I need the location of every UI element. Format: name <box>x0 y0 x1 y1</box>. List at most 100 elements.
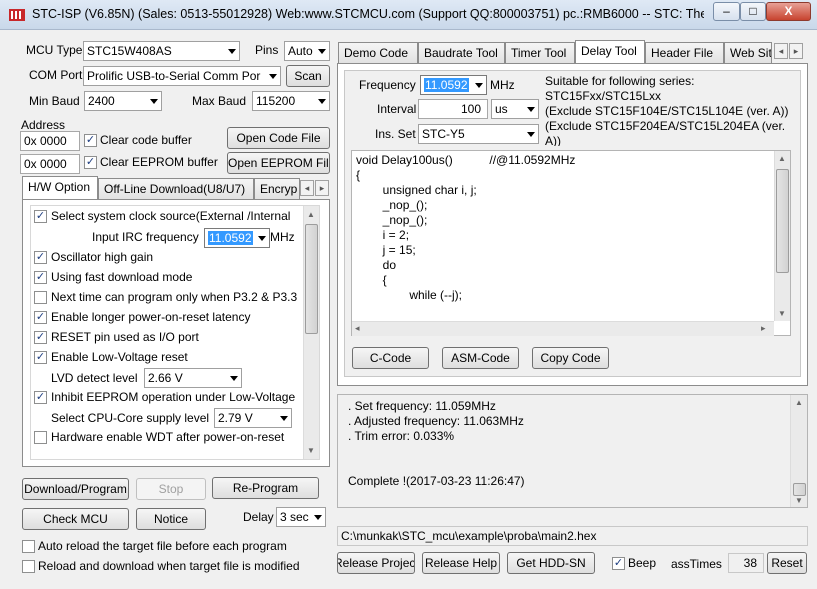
pass-times-label: assTimes <box>671 557 722 571</box>
tab-timer-tool[interactable]: Timer Tool <box>505 42 575 63</box>
output-log: . Set frequency: 11.059MHz . Adjusted fr… <box>337 394 808 508</box>
eeprom-address-input[interactable]: 0x 0000 <box>20 154 80 174</box>
open-code-file-button[interactable]: Open Code File <box>227 127 330 149</box>
option-checkbox[interactable]: ✓ <box>34 311 47 324</box>
delay-select[interactable]: 3 sec <box>276 507 326 527</box>
option-checkbox[interactable] <box>34 431 47 444</box>
code-line: j = 15; <box>356 243 416 257</box>
interval-unit-select[interactable]: us <box>491 99 539 119</box>
open-eeprom-file-button[interactable]: Open EEPROM File <box>227 152 330 174</box>
frequency-select[interactable]: 11.0592 <box>420 75 487 95</box>
code-editor[interactable]: void Delay100us() //@11.0592MHz { unsign… <box>351 150 791 336</box>
min-baud-select[interactable]: 2400 <box>84 91 162 111</box>
beep-checkbox[interactable]: ✓ <box>612 557 625 570</box>
scroll-thumb[interactable] <box>776 169 789 273</box>
tab-offline-download[interactable]: Off-Line Download(U8/U7) <box>98 178 254 199</box>
scroll-down-icon[interactable]: ▼ <box>795 496 803 505</box>
option-label: RESET pin used as I/O port <box>51 330 199 344</box>
code-line: _nop_(); <box>356 213 428 227</box>
chevron-right-icon[interactable]: ▸ <box>315 180 329 196</box>
asm-code-button[interactable]: ASM-Code <box>442 347 519 369</box>
notice-button[interactable]: Notice <box>136 508 206 530</box>
app-icon <box>8 7 26 23</box>
com-port-select[interactable]: Prolific USB-to-Serial Comm Por <box>83 66 281 86</box>
tab-demo-code[interactable]: Demo Code <box>338 42 418 63</box>
irc-frequency-label: Input IRC frequency <box>92 230 199 244</box>
cpu-supply-select[interactable]: 2.79 V <box>214 408 292 428</box>
scroll-up-icon[interactable]: ▲ <box>795 398 803 407</box>
option-checkbox[interactable]: ✓ <box>34 210 47 223</box>
tab-delay-tool[interactable]: Delay Tool <box>575 40 645 63</box>
irc-frequency-select[interactable]: 11.0592 <box>204 228 270 248</box>
chevron-down-icon <box>527 107 535 112</box>
ins-set-select[interactable]: STC-Y5 <box>418 124 539 144</box>
download-program-button[interactable]: Download/Program <box>22 478 129 500</box>
tab-encrypt[interactable]: Encryp <box>254 178 300 199</box>
clear-eeprom-label: Clear EEPROM buffer <box>100 155 218 169</box>
irc-unit-label: MHz <box>270 230 295 244</box>
copy-code-button[interactable]: Copy Code <box>532 347 609 369</box>
scroll-thumb[interactable] <box>793 483 806 496</box>
reset-button[interactable]: Reset <box>767 552 807 574</box>
reload-download-checkbox[interactable] <box>22 560 35 573</box>
release-project-button[interactable]: Release Project <box>337 552 415 574</box>
option-checkbox[interactable]: ✓ <box>34 271 47 284</box>
option-checkbox[interactable]: ✓ <box>34 331 47 344</box>
chevron-right-icon[interactable]: ▸ <box>789 43 803 59</box>
code-line: unsigned char i, j; <box>356 183 477 197</box>
maximize-button[interactable]: □ <box>740 2 766 21</box>
tab-hw-option[interactable]: H/W Option <box>22 176 98 199</box>
chevron-left-icon[interactable]: ◂ <box>300 180 314 196</box>
pins-select[interactable]: Auto <box>284 41 330 61</box>
tab-header-file[interactable]: Header File <box>645 42 724 63</box>
code-address-input[interactable]: 0x 0000 <box>20 131 80 151</box>
chevron-down-icon <box>258 236 266 241</box>
option-checkbox[interactable]: ✓ <box>34 391 47 404</box>
code-hscrollbar[interactable]: ◂ ▸ <box>352 321 774 336</box>
clear-eeprom-checkbox[interactable]: ✓ <box>84 156 97 169</box>
clear-code-checkbox[interactable]: ✓ <box>84 134 97 147</box>
log-line: . Adjusted frequency: 11.063MHz <box>348 414 524 428</box>
chevron-down-icon <box>527 132 535 137</box>
get-hdd-sn-button[interactable]: Get HDD-SN <box>507 552 595 574</box>
lvd-level-select[interactable]: 2.66 V <box>144 368 242 388</box>
window-title: STC-ISP (V6.85N) (Sales: 0513-55012928) … <box>32 7 704 21</box>
scroll-down-icon[interactable]: ▼ <box>778 309 786 318</box>
scroll-down-icon[interactable]: ▼ <box>307 446 315 455</box>
series-line: STC15Fxx/STC15Lxx <box>545 89 662 103</box>
hw-option-scrollbar[interactable]: ▲ ▼ <box>303 206 319 459</box>
scan-button[interactable]: Scan <box>286 65 330 87</box>
re-program-button[interactable]: Re-Program <box>212 477 319 499</box>
chevron-down-icon <box>269 74 277 79</box>
interval-input[interactable]: 100 <box>418 99 488 119</box>
series-line: (Exclude STC15F104E/STC15L104E (ver. A)) <box>545 104 789 118</box>
option-checkbox[interactable] <box>34 291 47 304</box>
mcu-type-select[interactable]: STC15W408AS <box>83 41 240 61</box>
release-help-button[interactable]: Release Help <box>422 552 500 574</box>
scroll-thumb[interactable] <box>305 224 318 334</box>
max-baud-select[interactable]: 115200 <box>252 91 330 111</box>
auto-reload-checkbox[interactable] <box>22 540 35 553</box>
tab-baudrate-tool[interactable]: Baudrate Tool <box>418 42 505 63</box>
stop-button[interactable]: Stop <box>136 478 206 500</box>
log-scrollbar[interactable]: ▲ ▼ <box>790 395 807 507</box>
option-checkbox[interactable]: ✓ <box>34 251 47 264</box>
scroll-up-icon[interactable]: ▲ <box>778 154 786 163</box>
minimize-button[interactable]: – <box>713 2 740 21</box>
code-vscrollbar[interactable]: ▲ ▼ <box>774 151 790 321</box>
tab-web-site[interactable]: Web Sit <box>724 42 772 63</box>
close-button[interactable]: X <box>766 2 811 21</box>
series-line: Suitable for following series: <box>545 74 695 88</box>
left-tab-strip: H/W Option Off-Line Download(U8/U7) Encr… <box>22 176 330 200</box>
check-mcu-button[interactable]: Check MCU <box>22 508 129 530</box>
option-checkbox[interactable]: ✓ <box>34 351 47 364</box>
chevron-down-icon <box>230 376 238 381</box>
max-baud-label: Max Baud <box>192 94 247 108</box>
chevron-left-icon[interactable]: ◂ <box>774 43 788 59</box>
scroll-up-icon[interactable]: ▲ <box>307 210 315 219</box>
mcu-type-label: MCU Type <box>26 43 83 57</box>
code-line: { <box>356 273 387 287</box>
scroll-left-icon[interactable]: ◂ <box>355 323 360 334</box>
scroll-right-icon[interactable]: ▸ <box>761 323 766 334</box>
c-code-button[interactable]: C-Code <box>352 347 429 369</box>
